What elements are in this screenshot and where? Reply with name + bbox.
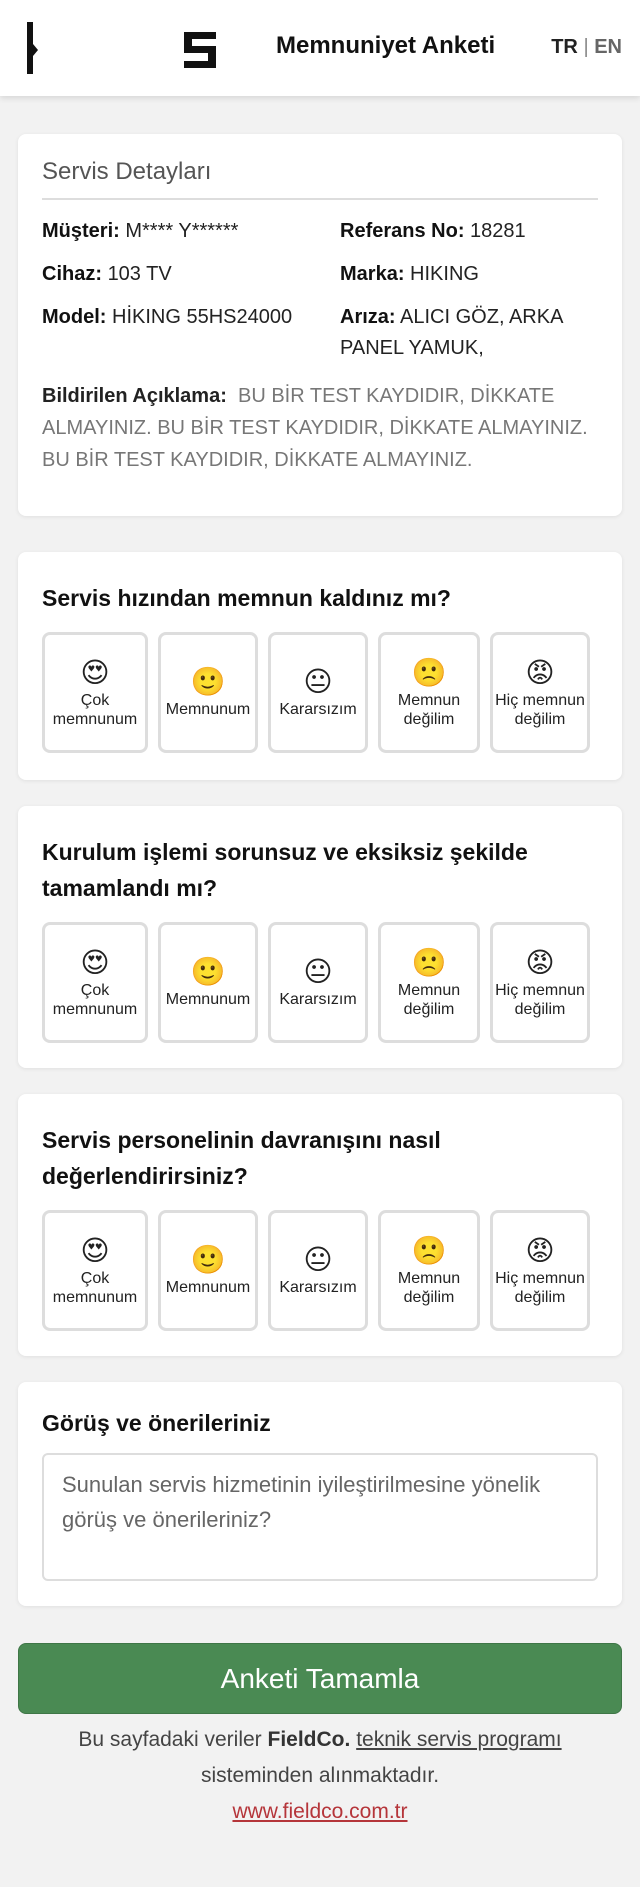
frown-emoji-icon: 🙁 bbox=[411, 946, 447, 978]
reported-description: Bildirilen Açıklama: BU BİR TEST KAYDIDI… bbox=[42, 385, 588, 471]
rating-options: 😍 Çok memnunum 🙂 Memnunum 😐 Kararsızım 🙁 Mem… bbox=[42, 922, 598, 1043]
feedback-title: Görüş ve önerileriniz bbox=[42, 1410, 271, 1436]
heart-eyes-emoji-icon: 😍 bbox=[80, 1234, 110, 1266]
rating-option-very-satisfied[interactable]: 😍 Çok memnunum bbox=[42, 632, 148, 753]
rating-option-unsatisfied[interactable]: 🙁 Memnun değilim bbox=[378, 1210, 480, 1331]
neutral-emoji-icon: 😐 bbox=[303, 956, 333, 987]
smile-emoji-icon: 🙂 bbox=[190, 1244, 226, 1275]
question-card-3: Servis personelinin davranışını nasıl de… bbox=[18, 1094, 622, 1356]
service-details-title: Servis Detayları bbox=[42, 158, 598, 200]
rating-option-unsatisfied[interactable]: 🙁 Memnun değilim bbox=[378, 632, 480, 753]
angry-emoji-icon: 😡 bbox=[525, 1234, 555, 1266]
rating-option-unsatisfied[interactable]: 🙁 Memnun değilim bbox=[378, 922, 480, 1043]
heart-eyes-emoji-icon: 😍 bbox=[80, 946, 110, 978]
rating-options: 😍 Çok memnunum 🙂 Memnunum 😐 Kararsızım 🙁 Mem… bbox=[42, 1210, 598, 1331]
rating-option-very-unsatisfied[interactable]: 😡 Hiç memnun değilim bbox=[490, 632, 590, 753]
page-title: Memnuniyet Anketi bbox=[276, 32, 496, 59]
question-card-1: Servis hızından memnun kaldınız mı? 😍 Çok… bbox=[18, 552, 622, 780]
fault-field: Arıza: ALICI GÖZ, ARKA PANEL YAMUK, bbox=[340, 306, 563, 359]
customer-field: Müşteri: M**** Y****** bbox=[42, 220, 239, 242]
rating-option-very-satisfied[interactable]: 😍 Çok memnunum bbox=[42, 1210, 148, 1331]
header: Memnuniyet Anketi TR | EN bbox=[0, 0, 640, 96]
neutral-emoji-icon: 😐 bbox=[303, 1244, 333, 1275]
brand-field: Marka: HIKING bbox=[340, 263, 479, 285]
rating-option-undecided[interactable]: 😐 Kararsızım bbox=[268, 922, 368, 1043]
rating-option-undecided[interactable]: 😐 Kararsızım bbox=[268, 632, 368, 753]
question-title: Servis personelinin davranışını nasıl de… bbox=[42, 1127, 441, 1189]
frown-emoji-icon: 🙁 bbox=[411, 1234, 447, 1266]
complete-survey-button[interactable]: Anketi Tamamla bbox=[18, 1643, 622, 1714]
brand-logo-icon bbox=[27, 22, 38, 74]
rating-option-very-unsatisfied[interactable]: 😡 Hiç memnun değilim bbox=[490, 922, 590, 1043]
angry-emoji-icon: 😡 bbox=[525, 656, 555, 688]
lang-separator: | bbox=[583, 36, 589, 58]
details-grid: Müşteri: M**** Y****** Referans No: 1828… bbox=[42, 216, 598, 364]
rating-option-undecided[interactable]: 😐 Kararsızım bbox=[268, 1210, 368, 1331]
model-field: Model: HİKING 55HS24000 bbox=[42, 306, 293, 328]
question-title: Kurulum işlemi sorunsuz ve eksiksiz şeki… bbox=[42, 839, 528, 901]
footer-line-2: sisteminden alınmaktadır. bbox=[200, 1764, 440, 1787]
angry-emoji-icon: 😡 bbox=[525, 946, 555, 978]
neutral-emoji-icon: 😐 bbox=[303, 666, 333, 697]
question-title: Servis hızından memnun kaldınız mı? bbox=[42, 585, 451, 611]
rating-option-satisfied[interactable]: 🙂 Memnunum bbox=[158, 1210, 258, 1331]
device-field: Cihaz: 103 TV bbox=[42, 263, 172, 285]
rating-option-satisfied[interactable]: 🙂 Memnunum bbox=[158, 922, 258, 1043]
language-switcher: TR | EN bbox=[551, 36, 622, 59]
frown-emoji-icon: 🙁 bbox=[411, 656, 447, 688]
lang-tr-link[interactable]: TR bbox=[551, 36, 578, 58]
smile-emoji-icon: 🙂 bbox=[190, 666, 226, 697]
website-link[interactable]: www.fieldco.com.tr bbox=[232, 1800, 407, 1823]
reference-field: Referans No: 18281 bbox=[340, 220, 526, 242]
rating-option-satisfied[interactable]: 🙂 Memnunum bbox=[158, 632, 258, 753]
feedback-card: Görüş ve önerileriniz bbox=[18, 1382, 622, 1606]
rating-options: 😍 Çok memnunum 🙂 Memnunum 😐 Kararsızım 🙁 Mem… bbox=[42, 632, 598, 753]
service-details-card: Servis Detayları Müşteri: M**** Y****** … bbox=[18, 134, 622, 516]
smile-emoji-icon: 🙂 bbox=[190, 956, 226, 987]
question-card-2: Kurulum işlemi sorunsuz ve eksiksiz şeki… bbox=[18, 806, 622, 1068]
rating-option-very-unsatisfied[interactable]: 😡 Hiç memnun değilim bbox=[490, 1210, 590, 1331]
heart-eyes-emoji-icon: 😍 bbox=[80, 656, 110, 688]
software-link[interactable]: teknik servis programı bbox=[356, 1728, 561, 1751]
footer-line-1: Bu sayfadaki veriler FieldCo. teknik ser… bbox=[78, 1728, 562, 1751]
feedback-textarea[interactable] bbox=[42, 1453, 598, 1581]
rating-option-very-satisfied[interactable]: 😍 Çok memnunum bbox=[42, 922, 148, 1043]
footer: Bu sayfadaki veriler FieldCo. teknik ser… bbox=[0, 1722, 640, 1830]
lang-en-link[interactable]: EN bbox=[594, 36, 622, 58]
fieldco-logo-icon bbox=[184, 32, 216, 68]
